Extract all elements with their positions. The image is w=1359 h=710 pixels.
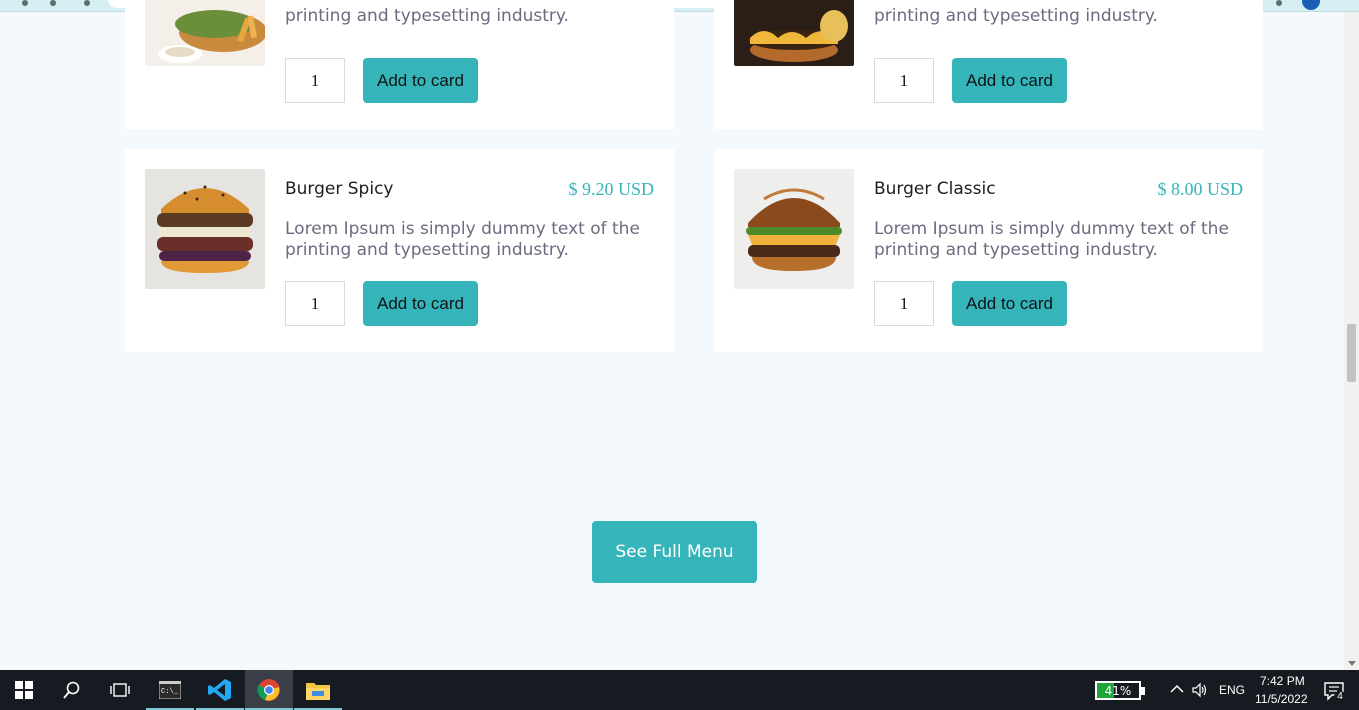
add-to-card-button[interactable]: Add to card: [952, 281, 1067, 326]
taskbar-vscode[interactable]: [196, 670, 244, 710]
taskbar-chrome[interactable]: [245, 670, 293, 710]
taskbar: C:\_ 41% ENG 7:42 PM 11/5/2022 4: [0, 670, 1359, 710]
clock-date[interactable]: 11/5/2022: [1255, 692, 1308, 706]
item-price: $ 9.20 USD: [568, 179, 654, 199]
taskbar-terminal[interactable]: C:\_: [146, 670, 194, 710]
windows-icon: [15, 681, 33, 699]
chrome-icon: [257, 679, 280, 701]
menu-card: printing and typesetting industry. Add t…: [125, 0, 674, 129]
battery-percent: 41%: [1104, 684, 1132, 698]
search-icon: [63, 681, 80, 699]
profile-avatar[interactable]: [1302, 0, 1320, 10]
scroll-down-arrow-icon[interactable]: [1348, 661, 1356, 666]
item-description: Lorem Ipsum is simply dummy text of the …: [285, 219, 640, 260]
item-name: Burger Classic: [874, 179, 996, 199]
reload-icon[interactable]: [84, 0, 90, 6]
quantity-input[interactable]: [285, 58, 345, 103]
burger-classic-image: [734, 169, 854, 289]
menu-card-burger-classic: Burger Classic $ 8.00 USD Lorem Ipsum is…: [714, 149, 1263, 352]
extensions-icon[interactable]: [1276, 0, 1282, 6]
menu-card-burger-spicy: Burger Spicy $ 9.20 USD Lorem Ipsum is s…: [125, 149, 674, 352]
menu-card: printing and typesetting industry. Add t…: [714, 0, 1263, 129]
notification-count-badge: 4: [1334, 691, 1346, 703]
scrollbar-thumb[interactable]: [1347, 324, 1356, 382]
quantity-input[interactable]: [874, 58, 934, 103]
folder-icon: [306, 683, 330, 700]
start-button[interactable]: [0, 670, 48, 710]
terminal-icon: C:\_: [159, 681, 181, 699]
battery-nub: [1141, 687, 1145, 695]
svg-text:C:\_: C:\_: [161, 688, 179, 696]
burger-spicy-image: [145, 169, 265, 289]
search-button[interactable]: [48, 670, 96, 710]
add-to-card-button[interactable]: Add to card: [363, 58, 478, 103]
back-icon[interactable]: [22, 0, 28, 6]
food-image: [145, 0, 265, 66]
task-view-button[interactable]: [96, 670, 144, 710]
taskbar-file-explorer[interactable]: [294, 670, 342, 710]
item-description: printing and typesetting industry.: [285, 6, 569, 26]
item-price: $ 8.00 USD: [1157, 179, 1243, 199]
battery-indicator[interactable]: 41%: [1095, 681, 1145, 700]
language-indicator[interactable]: ENG: [1219, 683, 1245, 697]
clock-time[interactable]: 7:42 PM: [1260, 674, 1305, 688]
add-to-card-button[interactable]: Add to card: [952, 58, 1067, 103]
vscode-icon: [208, 679, 231, 701]
chevron-up-icon[interactable]: [1170, 684, 1184, 694]
item-description: printing and typesetting industry.: [874, 6, 1158, 26]
task-view-icon: [110, 683, 130, 697]
item-description: Lorem Ipsum is simply dummy text of the …: [874, 219, 1229, 260]
add-to-card-button[interactable]: Add to card: [363, 281, 478, 326]
volume-icon[interactable]: [1192, 682, 1208, 698]
item-name: Burger Spicy: [285, 179, 394, 199]
see-full-menu-button[interactable]: See Full Menu: [592, 521, 757, 583]
quantity-input[interactable]: [874, 281, 934, 326]
forward-icon[interactable]: [50, 0, 56, 6]
quantity-input[interactable]: [285, 281, 345, 326]
page-scrollbar[interactable]: [1344, 12, 1359, 670]
food-image: [734, 0, 854, 66]
